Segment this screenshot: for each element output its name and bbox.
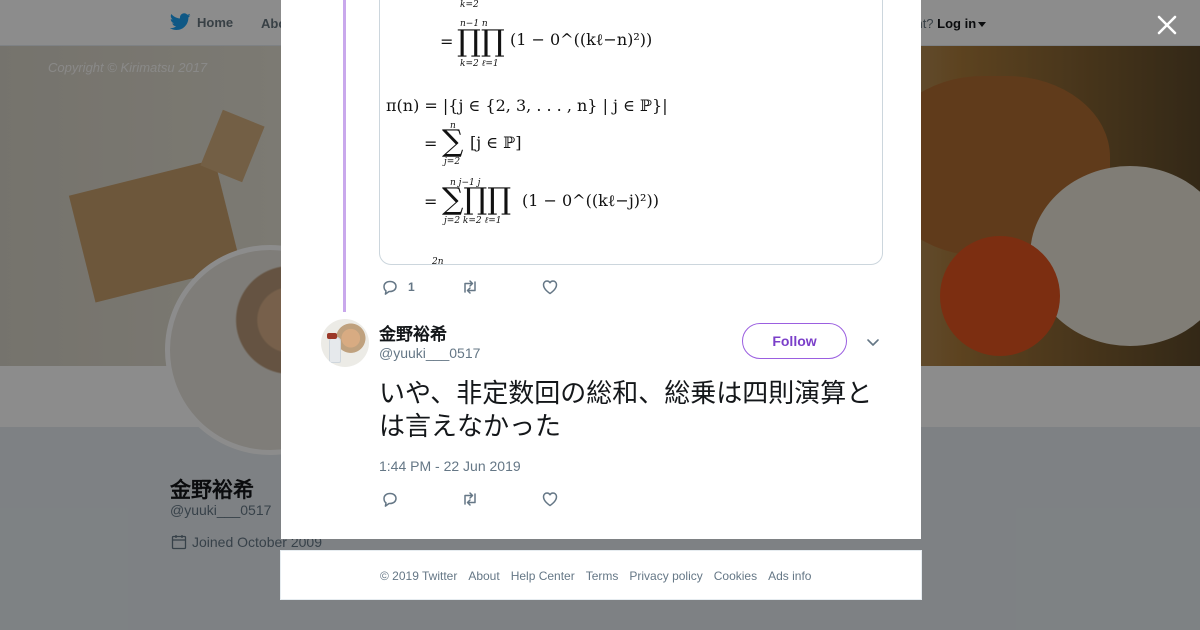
math-line: k=2: [460, 0, 479, 10]
reply-button[interactable]: 1: [381, 278, 461, 296]
tweet-author-handle[interactable]: @yuuki___0517: [379, 345, 480, 361]
math-sum-symbol: ∑: [442, 124, 464, 159]
math-line: j=2 k=2 ℓ=1: [444, 216, 502, 226]
retweet-icon: [464, 492, 476, 506]
tweet-menu-button[interactable]: [865, 334, 881, 350]
math-line: π(n) = |{j ∈ {2, 3, . . . , n} | j ∈ ℙ}|: [386, 96, 668, 115]
math-line: j=2: [444, 157, 461, 167]
math-line: =: [424, 134, 438, 153]
footer-copyright: © 2019 Twitter: [380, 569, 458, 583]
tweet-author-name[interactable]: 金野裕希: [379, 320, 447, 345]
tweet-author-avatar[interactable]: [321, 319, 369, 367]
math-product-symbol: ∏∏: [457, 24, 505, 59]
math-line: k=2 ℓ=1: [460, 59, 499, 69]
chevron-down-icon: [867, 339, 879, 346]
modal-footer: © 2019 Twitter About Help Center Terms P…: [280, 550, 922, 600]
math-sum-product-symbol: ∑∏∏: [442, 182, 512, 217]
footer-link-terms[interactable]: Terms: [586, 569, 619, 583]
tweet-media-image[interactable]: k=2 = n−1 n ∏∏ k=2 ℓ=1 (1 − 0^((kℓ−n)²))…: [379, 0, 883, 265]
avatar-bottle-cap-shape: [327, 333, 337, 339]
heart-icon: [542, 492, 558, 507]
tweet-text: いや、非定数回の総和、総乗は四則演算とは言えなかった: [379, 379, 873, 442]
close-icon: [1157, 15, 1177, 35]
reply-icon: [383, 280, 397, 295]
math-line: [j ∈ ℙ]: [470, 133, 522, 152]
math-line: =: [424, 192, 438, 211]
retweet-button[interactable]: [461, 278, 541, 296]
footer-link-about[interactable]: About: [468, 569, 499, 583]
retweet-button[interactable]: [461, 490, 541, 508]
math-line: (1 − 0^((kℓ−n)²)): [510, 30, 653, 49]
heart-icon: [542, 280, 558, 295]
like-button[interactable]: [541, 278, 559, 296]
math-line: (1 − 0^((kℓ−j)²)): [522, 191, 659, 210]
avatar-bottle-shape: [329, 337, 341, 363]
retweet-icon: [464, 280, 476, 294]
math-line: =: [440, 32, 454, 51]
reply-count: 1: [408, 280, 415, 294]
tweet-timestamp[interactable]: 1:44 PM - 22 Jun 2019: [379, 458, 521, 474]
math-line: 2n: [432, 257, 444, 265]
follow-button[interactable]: Follow: [742, 323, 847, 359]
reply-button[interactable]: [381, 490, 461, 508]
footer-link-ads-info[interactable]: Ads info: [768, 569, 811, 583]
reply-icon: [383, 492, 397, 507]
footer-link-cookies[interactable]: Cookies: [714, 569, 757, 583]
close-button[interactable]: [1154, 12, 1180, 38]
footer-link-help-center[interactable]: Help Center: [511, 569, 575, 583]
tweet-modal: k=2 = n−1 n ∏∏ k=2 ℓ=1 (1 − 0^((kℓ−n)²))…: [281, 0, 921, 539]
like-button[interactable]: [541, 490, 559, 508]
tweet-actions: [381, 490, 559, 508]
thread-line: [343, 0, 346, 312]
math-formula-image: k=2 = n−1 n ∏∏ k=2 ℓ=1 (1 − 0^((kℓ−n)²))…: [380, 0, 882, 265]
footer-link-privacy-policy[interactable]: Privacy policy: [629, 569, 702, 583]
footer-links: © 2019 Twitter About Help Center Terms P…: [380, 569, 822, 583]
parent-tweet-actions: 1: [381, 278, 559, 296]
